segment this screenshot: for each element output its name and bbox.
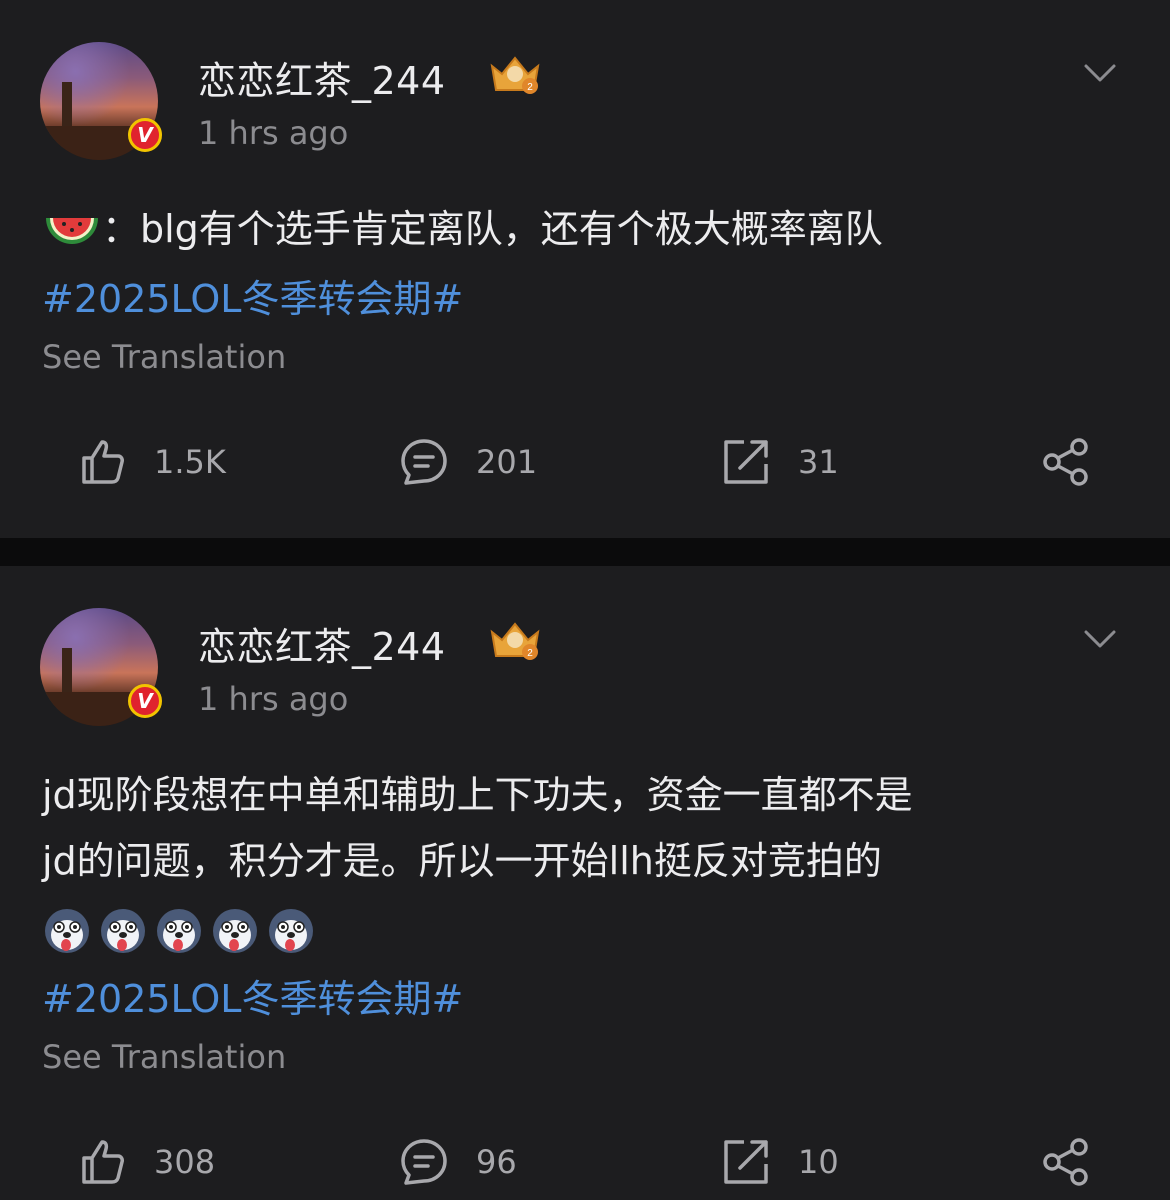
share-nodes-icon: [1043, 438, 1088, 486]
see-translation-link[interactable]: See Translation: [42, 1038, 286, 1076]
like-button[interactable]: 1.5K: [76, 436, 226, 488]
repost-arrow-icon: [724, 1140, 768, 1184]
post-text-line: jd现阶段想在中单和辅助上下功夫，资金一直都不是: [42, 773, 913, 817]
see-translation-link[interactable]: See Translation: [42, 338, 286, 376]
husky-emoji-icon: [213, 908, 257, 953]
post-text-line: jd的问题，积分才是。所以一开始llh挺反对竞拍的: [42, 839, 882, 883]
thumbs-up-icon: [82, 440, 124, 484]
username[interactable]: 恋恋红茶_244: [198, 616, 446, 671]
hashtag-link[interactable]: #2025LOL冬季转会期#: [42, 968, 463, 1023]
crown-icon: 2: [490, 622, 540, 660]
chevron-down-icon[interactable]: [1080, 58, 1120, 86]
like-count: 308: [154, 1143, 216, 1181]
svg-text:2: 2: [527, 82, 533, 93]
husky-emoji-icon: [157, 908, 201, 953]
chevron-down-icon[interactable]: [1080, 624, 1120, 652]
comment-count: 96: [476, 1143, 517, 1181]
like-button[interactable]: 308: [76, 1136, 215, 1188]
like-count: 1.5K: [154, 443, 226, 481]
emoji-row: [42, 894, 913, 960]
repost-button[interactable]: 31: [720, 436, 839, 488]
post-content: ：blg有个选手肯定离队，还有个极大概率离队: [42, 196, 883, 262]
post-timestamp: 1 hrs ago: [198, 114, 349, 152]
repost-arrow-icon: [724, 440, 768, 484]
share-nodes-icon: [1043, 1138, 1088, 1186]
comment-bubble-icon: [401, 439, 447, 485]
husky-emoji-icon: [101, 908, 145, 953]
post-card[interactable]: V 恋恋红茶_244 2 1 hrs ago ：blg有个选手肯定离队，还有个极…: [0, 0, 1170, 538]
hashtag-link[interactable]: #2025LOL冬季转会期#: [42, 268, 463, 323]
repost-button[interactable]: 10: [720, 1136, 839, 1188]
share-button[interactable]: [1040, 436, 1092, 488]
comment-button[interactable]: 201: [398, 436, 537, 488]
watermelon-emoji-icon: [46, 217, 98, 244]
post-divider: [0, 538, 1170, 566]
repost-count: 31: [798, 443, 839, 481]
post-timestamp: 1 hrs ago: [198, 680, 349, 718]
verified-badge-icon: V: [128, 684, 162, 718]
crown-icon: 2: [490, 56, 540, 94]
thumbs-up-icon: [82, 1140, 124, 1184]
post-text-line: ：blg有个选手肯定离队，还有个极大概率离队: [102, 207, 883, 251]
husky-emoji-icon: [269, 908, 313, 953]
share-button[interactable]: [1040, 1136, 1092, 1188]
comment-count: 201: [476, 443, 538, 481]
comment-button[interactable]: 96: [398, 1136, 517, 1188]
svg-text:2: 2: [527, 648, 533, 659]
post-content: jd现阶段想在中单和辅助上下功夫，资金一直都不是 jd的问题，积分才是。所以一开…: [42, 762, 913, 960]
post-card[interactable]: V 恋恋红茶_244 2 1 hrs ago jd现阶段想在中单和辅助上下功夫，…: [0, 566, 1170, 1200]
verified-badge-icon: V: [128, 118, 162, 152]
username[interactable]: 恋恋红茶_244: [198, 50, 446, 105]
comment-bubble-icon: [401, 1139, 447, 1185]
husky-emoji-icon: [45, 908, 89, 953]
repost-count: 10: [798, 1143, 839, 1181]
